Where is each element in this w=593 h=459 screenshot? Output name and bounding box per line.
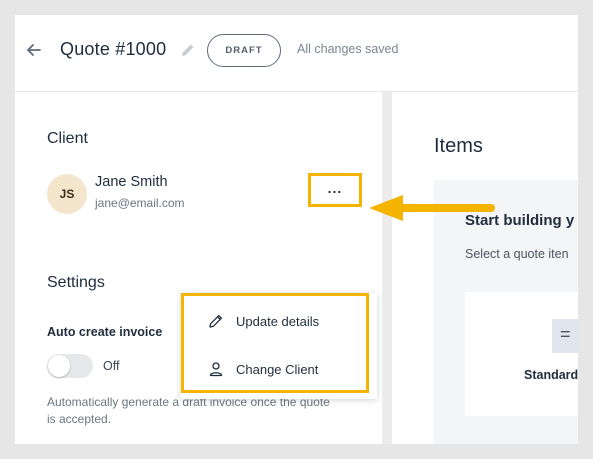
- app-window: Quote #1000 DRAFT All changes saved Clie…: [15, 15, 578, 444]
- toggle-state-label: Off: [103, 359, 120, 373]
- empty-state-text: Select a quote iten: [465, 247, 569, 261]
- auto-invoice-toggle[interactable]: [47, 354, 93, 378]
- left-panel: Client JS Jane Smith jane@email.com ... …: [15, 92, 382, 444]
- menu-item-update-details[interactable]: Update details: [184, 300, 366, 344]
- settings-heading: Settings: [47, 274, 105, 291]
- items-heading: Items: [434, 135, 483, 157]
- toggle-knob: [48, 355, 70, 377]
- pencil-icon: [209, 314, 223, 328]
- standard-item-icon: =: [552, 319, 578, 353]
- standard-item-label: Standard: [524, 368, 578, 382]
- client-heading: Client: [47, 130, 88, 147]
- menu-item-label: Change Client: [236, 362, 319, 377]
- more-icon: ...: [327, 180, 343, 196]
- status-badge: DRAFT: [207, 34, 281, 67]
- menu-item-label: Update details: [236, 314, 320, 329]
- person-icon: [209, 362, 223, 377]
- page-title: Quote #1000: [60, 39, 167, 59]
- standard-item-option[interactable]: = Standard: [465, 292, 578, 416]
- menu-item-change-client[interactable]: Change Client: [184, 348, 366, 392]
- items-panel: Items Start building y Select a quote it…: [392, 92, 578, 444]
- auto-invoice-label: Auto create invoice: [47, 325, 163, 339]
- client-actions-menu: Update details Change Client: [181, 293, 369, 393]
- client-name: Jane Smith: [95, 174, 168, 190]
- back-arrow-icon[interactable]: [25, 41, 43, 59]
- callout-arrow-icon: [369, 195, 495, 221]
- panel-divider: [382, 92, 392, 444]
- client-email: jane@email.com: [95, 196, 185, 210]
- auto-invoice-help-text: Automatically generate a draft invoice o…: [47, 395, 330, 426]
- page-header: Quote #1000 DRAFT All changes saved: [15, 15, 578, 92]
- edit-title-icon[interactable]: [180, 42, 196, 58]
- save-status-text: All changes saved: [297, 42, 399, 56]
- avatar: JS: [47, 174, 87, 214]
- client-more-actions-button[interactable]: ...: [308, 173, 362, 207]
